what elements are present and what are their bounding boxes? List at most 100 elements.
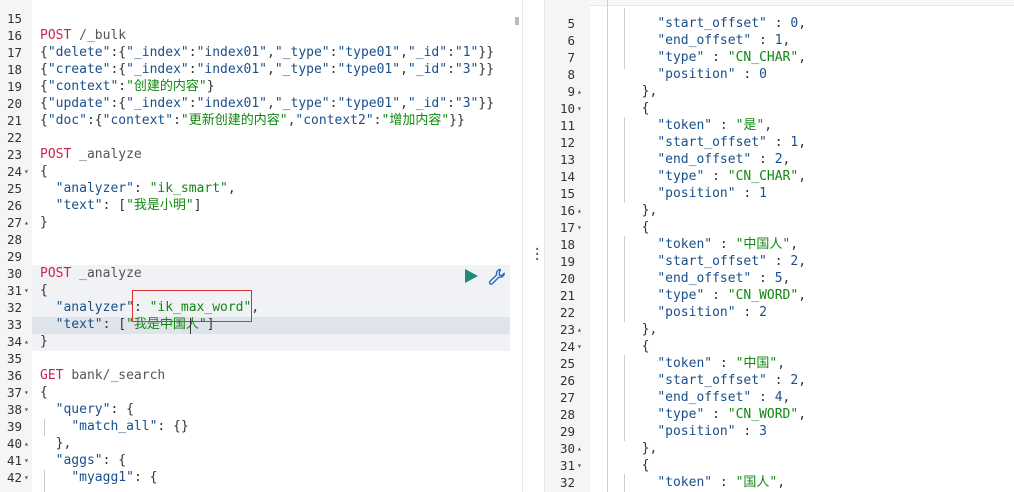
fold-open-icon[interactable]: ▾ — [577, 338, 587, 355]
code-line[interactable]: 9 ▴ }, — [545, 83, 1014, 100]
code-line[interactable]: 11 "token" : "是", — [545, 117, 1014, 134]
code-token: "_id" — [407, 96, 448, 111]
code-line[interactable]: 32 "token" : "国人", — [545, 474, 1014, 491]
code-line[interactable]: 28 "type" : "CN_WORD", — [545, 406, 1014, 423]
code-line[interactable]: 18 {"create":{"_index":"index01","_type":… — [0, 61, 522, 78]
code-line[interactable]: 21 "type" : "CN_WORD", — [545, 287, 1014, 304]
code-line[interactable]: 33 "text": ["我是中国人"] — [0, 316, 522, 333]
code-token: "doc" — [47, 113, 87, 128]
fold-open-icon[interactable]: ▾ — [24, 282, 34, 299]
code-line[interactable]: 24 ▾ { — [545, 338, 1014, 355]
fold-open-icon[interactable]: ▾ — [577, 219, 587, 236]
code-line[interactable]: 36 GET bank/_search — [0, 367, 522, 384]
code-line[interactable]: 29 — [0, 248, 522, 265]
code-line[interactable]: 19 "start_offset" : 2, — [545, 253, 1014, 270]
code-line[interactable]: 34 ▴} — [0, 333, 522, 350]
request-editor[interactable]: 15 16 POST /_bulk 17 {"delete":{"_index":"in… — [0, 0, 522, 492]
code-line[interactable]: 16 ▴ }, — [545, 202, 1014, 219]
fold-open-icon[interactable]: ▾ — [24, 163, 34, 180]
code-line[interactable]: 37 ▾ { — [0, 384, 522, 401]
code-line[interactable]: 35 — [0, 350, 522, 367]
code-line[interactable]: 42 ▾ "myagg1": { — [0, 469, 522, 486]
code-line[interactable]: 17 {"delete":{"_index":"index01","_type":… — [0, 44, 522, 61]
code-line[interactable]: 22 — [0, 129, 522, 146]
code-line[interactable]: 25 "token" : "中国", — [545, 355, 1014, 372]
code-line[interactable]: 7 "type" : "CN_CHAR", — [545, 49, 1014, 66]
code-line[interactable]: 17 ▾ { — [545, 219, 1014, 236]
code-line[interactable]: 13 "end_offset" : 2, — [545, 151, 1014, 168]
code-line[interactable]: 31 ▾ { — [545, 457, 1014, 474]
code-line[interactable]: 30 ▴ }, — [545, 440, 1014, 457]
code-line[interactable]: 14 "type" : "CN_CHAR", — [545, 168, 1014, 185]
line-number: 18 — [559, 237, 575, 252]
code-token: : — [188, 45, 197, 60]
vertical-ellipsis-icon[interactable]: ··· — [533, 243, 541, 267]
code-line[interactable]: 30 POST _analyze — [0, 265, 522, 282]
code-line[interactable]: 20 "end_offset" : 5, — [545, 270, 1014, 287]
code-line[interactable]: 23 POST _analyze — [0, 146, 522, 163]
code-token: : — [133, 181, 150, 196]
code-line[interactable]: 26 "text": ["我是小明"] — [0, 197, 522, 214]
code-line[interactable]: 21 {"doc":{"context":"更新创建的内容","context2"… — [0, 112, 522, 129]
code-line[interactable]: 27 "end_offset" : 4, — [545, 389, 1014, 406]
response-viewer[interactable]: 5 "start_offset" : 0, 6 "end_offset" : 1,… — [545, 0, 1014, 492]
fold-open-icon[interactable]: ▾ — [24, 384, 34, 401]
fold-open-icon[interactable]: ▾ — [24, 401, 34, 418]
code-token: , — [790, 237, 799, 252]
play-icon[interactable] — [463, 268, 479, 284]
code-line[interactable]: 31 ▾ { — [0, 282, 522, 299]
fold-open-icon[interactable]: ▾ — [577, 100, 587, 117]
code-token: "_type" — [274, 62, 330, 77]
code-line[interactable]: 16 POST /_bulk — [0, 27, 522, 44]
code-line[interactable]: 22 "position" : 2 — [545, 304, 1014, 321]
code-token: }, — [626, 441, 658, 456]
fold-close-icon[interactable]: ▴ — [24, 333, 34, 350]
fold-close-icon[interactable]: ▴ — [577, 83, 587, 100]
code-line[interactable]: 5 "start_offset" : 0, — [545, 15, 1014, 32]
fold-open-icon[interactable]: ▾ — [24, 469, 34, 486]
fold-close-icon[interactable]: ▴ — [577, 440, 587, 457]
code-line[interactable]: 23 ▴ }, — [545, 321, 1014, 338]
code-line[interactable]: 15 — [0, 10, 522, 27]
line-number: 15 — [559, 186, 575, 201]
code-line[interactable]: 38 ▾ "query": { — [0, 401, 522, 418]
code-line[interactable]: 10 ▾ { — [545, 100, 1014, 117]
line-number: 39 — [6, 419, 22, 434]
line-number: 8 — [567, 67, 575, 82]
code-line[interactable]: 32 "analyzer": "ik_max_word", — [0, 299, 522, 316]
code-text: "start_offset" : 2, — [626, 253, 806, 270]
code-line[interactable]: 6 "end_offset" : 1, — [545, 32, 1014, 49]
code-line[interactable]: 15 "position" : 1 — [545, 185, 1014, 202]
code-line[interactable]: 8 "position" : 0 — [545, 66, 1014, 83]
code-line[interactable]: 29 "position" : 3 — [545, 423, 1014, 440]
fold-close-icon[interactable]: ▴ — [577, 202, 587, 219]
code-line[interactable]: 18 "token" : "中国人", — [545, 236, 1014, 253]
fold-open-icon[interactable]: ▾ — [577, 457, 587, 474]
code-line[interactable]: 25 "analyzer": "ik_smart", — [0, 180, 522, 197]
code-line[interactable]: 20 {"update":{"_index":"index01","_type":… — [0, 95, 522, 112]
code-line[interactable]: 24 ▾ { — [0, 163, 522, 180]
fold-close-icon[interactable]: ▴ — [577, 321, 587, 338]
code-line[interactable]: 39 "match_all": {} — [0, 418, 522, 435]
line-number: 5 — [567, 16, 575, 31]
fold-close-icon[interactable]: ▴ — [24, 214, 34, 231]
code-line[interactable]: 19 {"context":"创建的内容"} — [0, 78, 522, 95]
code-token: , — [782, 33, 791, 48]
code-line[interactable]: 40 ▴ }, — [0, 435, 522, 452]
scrollbar-marker[interactable] — [515, 17, 519, 25]
line-number: 30 — [559, 441, 575, 456]
code-line[interactable]: 28 — [0, 231, 522, 248]
code-line[interactable]: 27 ▴} — [0, 214, 522, 231]
code-token: }} — [478, 62, 495, 77]
response-top-border — [545, 0, 1014, 6]
code-text: "analyzer": "ik_smart", — [40, 180, 236, 197]
code-line[interactable]: 12 "start_offset" : 1, — [545, 134, 1014, 151]
code-token: }} — [478, 45, 495, 60]
fold-close-icon[interactable]: ▴ — [24, 435, 34, 452]
code-line[interactable]: 41 ▾ "aggs": { — [0, 452, 522, 469]
fold-open-icon[interactable]: ▾ — [24, 452, 34, 469]
wrench-icon[interactable] — [488, 268, 506, 286]
code-line[interactable]: 26 "start_offset" : 2, — [545, 372, 1014, 389]
